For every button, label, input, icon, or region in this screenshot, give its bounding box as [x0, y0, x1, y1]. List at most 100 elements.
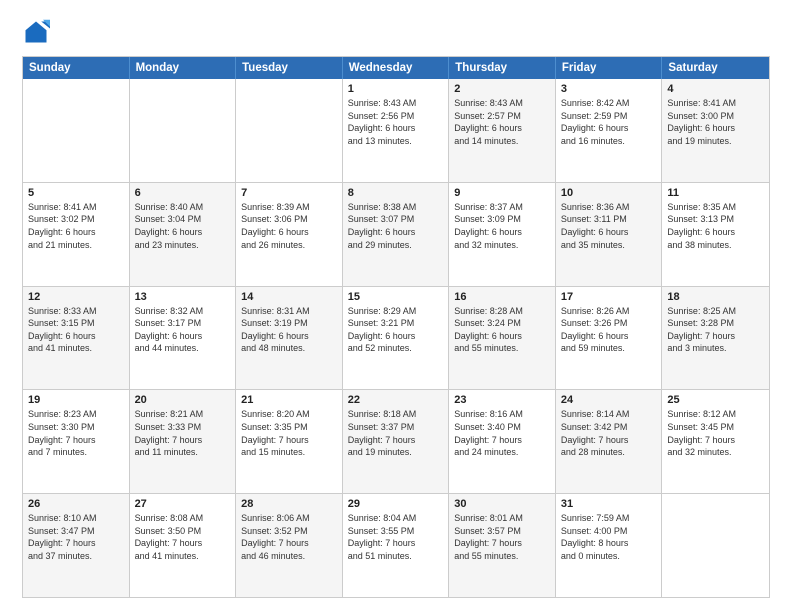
day-info: Sunrise: 8:16 AM Sunset: 3:40 PM Dayligh…: [454, 408, 550, 458]
day-cell-29: 29Sunrise: 8:04 AM Sunset: 3:55 PM Dayli…: [343, 494, 450, 597]
day-number: 6: [135, 187, 231, 199]
day-cell-9: 9 Sunrise: 8:37 AM Sunset: 3:09 PM Daylig…: [449, 183, 556, 286]
day-number: 10: [561, 187, 657, 199]
day-info: Sunrise: 8:25 AM Sunset: 3:28 PM Dayligh…: [667, 305, 764, 355]
day-number: 5: [28, 187, 124, 199]
calendar-row-3: 12 Sunrise: 8:33 AM Sunset: 3:15 PM Dayli…: [23, 286, 769, 390]
day-cell-14: 14 Sunrise: 8:31 AM Sunset: 3:19 PM Dayli…: [236, 287, 343, 390]
day-number: 1: [348, 83, 444, 95]
day-number: 18: [667, 291, 764, 303]
day-info: Sunrise: 8:08 AM Sunset: 3:50 PM Dayligh…: [135, 512, 231, 562]
day-cell-10: 10 Sunrise: 8:36 AM Sunset: 3:11 PM Dayli…: [556, 183, 663, 286]
day-cell-15: 15 Sunrise: 8:29 AM Sunset: 3:21 PM Dayli…: [343, 287, 450, 390]
day-cell-25: 25Sunrise: 8:12 AM Sunset: 3:45 PM Dayli…: [662, 390, 769, 493]
empty-cell: [236, 79, 343, 182]
day-cell-31: 31 Sunrise: 7:59 AM Sunset: 4:00 PM Dayli…: [556, 494, 663, 597]
day-cell-6: 6 Sunrise: 8:40 AM Sunset: 3:04 PM Daylig…: [130, 183, 237, 286]
calendar-row-4: 19Sunrise: 8:23 AM Sunset: 3:30 PM Dayli…: [23, 389, 769, 493]
day-number: 7: [241, 187, 337, 199]
day-info: Sunrise: 8:01 AM Sunset: 3:57 PM Dayligh…: [454, 512, 550, 562]
day-number: 3: [561, 83, 657, 95]
day-number: 23: [454, 394, 550, 406]
day-cell-18: 18 Sunrise: 8:25 AM Sunset: 3:28 PM Dayli…: [662, 287, 769, 390]
day-info: Sunrise: 8:33 AM Sunset: 3:15 PM Dayligh…: [28, 305, 124, 355]
day-info: Sunrise: 8:20 AM Sunset: 3:35 PM Dayligh…: [241, 408, 337, 458]
day-cell-12: 12 Sunrise: 8:33 AM Sunset: 3:15 PM Dayli…: [23, 287, 130, 390]
calendar-row-5: 26Sunrise: 8:10 AM Sunset: 3:47 PM Dayli…: [23, 493, 769, 597]
day-info: Sunrise: 8:29 AM Sunset: 3:21 PM Dayligh…: [348, 305, 444, 355]
weekday-header-sunday: Sunday: [23, 57, 130, 79]
day-cell-28: 28 Sunrise: 8:06 AM Sunset: 3:52 PM Dayli…: [236, 494, 343, 597]
page: SundayMondayTuesdayWednesdayThursdayFrid…: [0, 0, 792, 612]
day-cell-13: 13Sunrise: 8:32 AM Sunset: 3:17 PM Dayli…: [130, 287, 237, 390]
day-cell-20: 20Sunrise: 8:21 AM Sunset: 3:33 PM Dayli…: [130, 390, 237, 493]
day-info: Sunrise: 8:40 AM Sunset: 3:04 PM Dayligh…: [135, 201, 231, 251]
empty-cell: [130, 79, 237, 182]
day-number: 28: [241, 498, 337, 510]
day-cell-11: 11 Sunrise: 8:35 AM Sunset: 3:13 PM Dayli…: [662, 183, 769, 286]
day-cell-30: 30Sunrise: 8:01 AM Sunset: 3:57 PM Dayli…: [449, 494, 556, 597]
day-number: 21: [241, 394, 337, 406]
day-info: Sunrise: 8:37 AM Sunset: 3:09 PM Dayligh…: [454, 201, 550, 251]
day-cell-4: 4 Sunrise: 8:41 AM Sunset: 3:00 PM Daylig…: [662, 79, 769, 182]
day-info: Sunrise: 8:28 AM Sunset: 3:24 PM Dayligh…: [454, 305, 550, 355]
day-cell-26: 26Sunrise: 8:10 AM Sunset: 3:47 PM Dayli…: [23, 494, 130, 597]
day-number: 11: [667, 187, 764, 199]
day-number: 25: [667, 394, 764, 406]
day-cell-19: 19Sunrise: 8:23 AM Sunset: 3:30 PM Dayli…: [23, 390, 130, 493]
day-info: Sunrise: 8:43 AM Sunset: 2:56 PM Dayligh…: [348, 97, 444, 147]
day-cell-5: 5 Sunrise: 8:41 AM Sunset: 3:02 PM Daylig…: [23, 183, 130, 286]
day-info: Sunrise: 7:59 AM Sunset: 4:00 PM Dayligh…: [561, 512, 657, 562]
weekday-header-friday: Friday: [556, 57, 663, 79]
day-cell-7: 7 Sunrise: 8:39 AM Sunset: 3:06 PM Daylig…: [236, 183, 343, 286]
day-cell-27: 27 Sunrise: 8:08 AM Sunset: 3:50 PM Dayli…: [130, 494, 237, 597]
day-info: Sunrise: 8:18 AM Sunset: 3:37 PM Dayligh…: [348, 408, 444, 458]
day-number: 17: [561, 291, 657, 303]
day-number: 24: [561, 394, 657, 406]
calendar-row-1: 1 Sunrise: 8:43 AM Sunset: 2:56 PM Daylig…: [23, 79, 769, 182]
day-info: Sunrise: 8:42 AM Sunset: 2:59 PM Dayligh…: [561, 97, 657, 147]
day-cell-17: 17 Sunrise: 8:26 AM Sunset: 3:26 PM Dayli…: [556, 287, 663, 390]
day-cell-23: 23 Sunrise: 8:16 AM Sunset: 3:40 PM Dayli…: [449, 390, 556, 493]
day-info: Sunrise: 8:41 AM Sunset: 3:02 PM Dayligh…: [28, 201, 124, 251]
day-info: Sunrise: 8:38 AM Sunset: 3:07 PM Dayligh…: [348, 201, 444, 251]
day-info: Sunrise: 8:06 AM Sunset: 3:52 PM Dayligh…: [241, 512, 337, 562]
day-number: 16: [454, 291, 550, 303]
weekday-header-tuesday: Tuesday: [236, 57, 343, 79]
day-info: Sunrise: 8:10 AM Sunset: 3:47 PM Dayligh…: [28, 512, 124, 562]
day-cell-2: 2Sunrise: 8:43 AM Sunset: 2:57 PM Daylig…: [449, 79, 556, 182]
day-number: 4: [667, 83, 764, 95]
day-number: 14: [241, 291, 337, 303]
weekday-header-monday: Monday: [130, 57, 237, 79]
logo: [22, 18, 54, 46]
day-cell-3: 3 Sunrise: 8:42 AM Sunset: 2:59 PM Daylig…: [556, 79, 663, 182]
day-number: 8: [348, 187, 444, 199]
day-info: Sunrise: 8:04 AM Sunset: 3:55 PM Dayligh…: [348, 512, 444, 562]
day-cell-22: 22 Sunrise: 8:18 AM Sunset: 3:37 PM Dayli…: [343, 390, 450, 493]
day-cell-21: 21 Sunrise: 8:20 AM Sunset: 3:35 PM Dayli…: [236, 390, 343, 493]
day-cell-8: 8 Sunrise: 8:38 AM Sunset: 3:07 PM Daylig…: [343, 183, 450, 286]
day-number: 12: [28, 291, 124, 303]
header: [22, 18, 770, 46]
day-info: Sunrise: 8:23 AM Sunset: 3:30 PM Dayligh…: [28, 408, 124, 458]
day-info: Sunrise: 8:14 AM Sunset: 3:42 PM Dayligh…: [561, 408, 657, 458]
day-info: Sunrise: 8:36 AM Sunset: 3:11 PM Dayligh…: [561, 201, 657, 251]
day-info: Sunrise: 8:35 AM Sunset: 3:13 PM Dayligh…: [667, 201, 764, 251]
day-info: Sunrise: 8:26 AM Sunset: 3:26 PM Dayligh…: [561, 305, 657, 355]
day-info: Sunrise: 8:32 AM Sunset: 3:17 PM Dayligh…: [135, 305, 231, 355]
day-number: 27: [135, 498, 231, 510]
day-info: Sunrise: 8:41 AM Sunset: 3:00 PM Dayligh…: [667, 97, 764, 147]
day-cell-1: 1 Sunrise: 8:43 AM Sunset: 2:56 PM Daylig…: [343, 79, 450, 182]
day-info: Sunrise: 8:39 AM Sunset: 3:06 PM Dayligh…: [241, 201, 337, 251]
day-info: Sunrise: 8:31 AM Sunset: 3:19 PM Dayligh…: [241, 305, 337, 355]
day-number: 9: [454, 187, 550, 199]
logo-icon: [22, 18, 50, 46]
day-number: 31: [561, 498, 657, 510]
empty-cell: [23, 79, 130, 182]
calendar-row-2: 5 Sunrise: 8:41 AM Sunset: 3:02 PM Daylig…: [23, 182, 769, 286]
calendar-body: 1 Sunrise: 8:43 AM Sunset: 2:56 PM Daylig…: [23, 79, 769, 597]
day-number: 15: [348, 291, 444, 303]
day-info: Sunrise: 8:21 AM Sunset: 3:33 PM Dayligh…: [135, 408, 231, 458]
day-number: 22: [348, 394, 444, 406]
calendar: SundayMondayTuesdayWednesdayThursdayFrid…: [22, 56, 770, 598]
